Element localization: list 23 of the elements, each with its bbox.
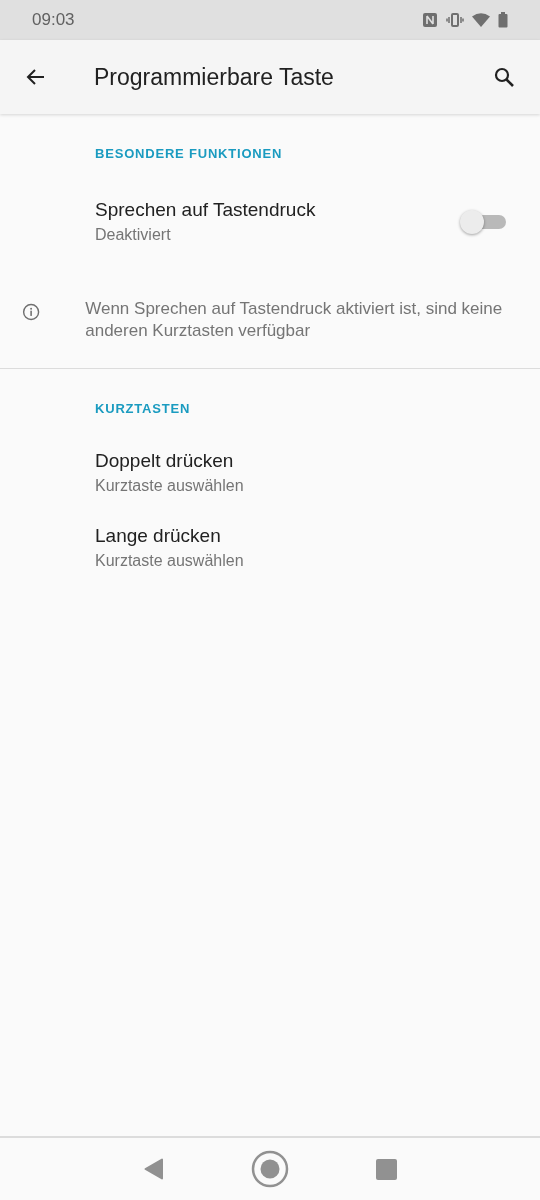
shortcut-subtitle: Kurztaste auswählen <box>95 552 245 570</box>
battery-icon <box>498 12 508 28</box>
status-time: 09:03 <box>32 10 75 30</box>
search-icon <box>492 65 516 89</box>
info-text: Wenn Sprechen auf Tastendruck aktiviert ist, sind keine anderen Kurztasten verfügbar <box>85 298 504 342</box>
page-title: Programmierbare Taste <box>94 63 335 91</box>
nfc-icon <box>422 12 438 28</box>
shortcut-item[interactable]: Doppelt drücken Kurztaste auswählen <box>0 440 540 515</box>
recents-icon[interactable] <box>375 1158 397 1180</box>
setting-row[interactable]: Sprechen auf Tastendruck Deaktiviert <box>0 185 540 258</box>
wifi-icon <box>472 13 490 27</box>
shortcut-item[interactable]: Lange drücken Kurztaste auswählen <box>0 515 540 590</box>
vibrate-icon <box>446 13 464 27</box>
section-header: BESONDERE FUNKTIONEN <box>95 146 284 161</box>
setting-subtitle: Deaktiviert <box>95 226 172 244</box>
section-header: KURZTASTEN <box>95 401 192 416</box>
toggle-switch[interactable] <box>460 208 506 235</box>
shortcut-title: Lange drücken <box>95 525 222 547</box>
shortcut-subtitle: Kurztaste auswählen <box>95 477 245 495</box>
back-triangle-icon[interactable] <box>143 1158 164 1180</box>
shortcut-title: Doppelt drücken <box>95 450 235 472</box>
home-icon[interactable] <box>250 1150 289 1188</box>
setting-title: Sprechen auf Tastendruck <box>95 199 317 221</box>
